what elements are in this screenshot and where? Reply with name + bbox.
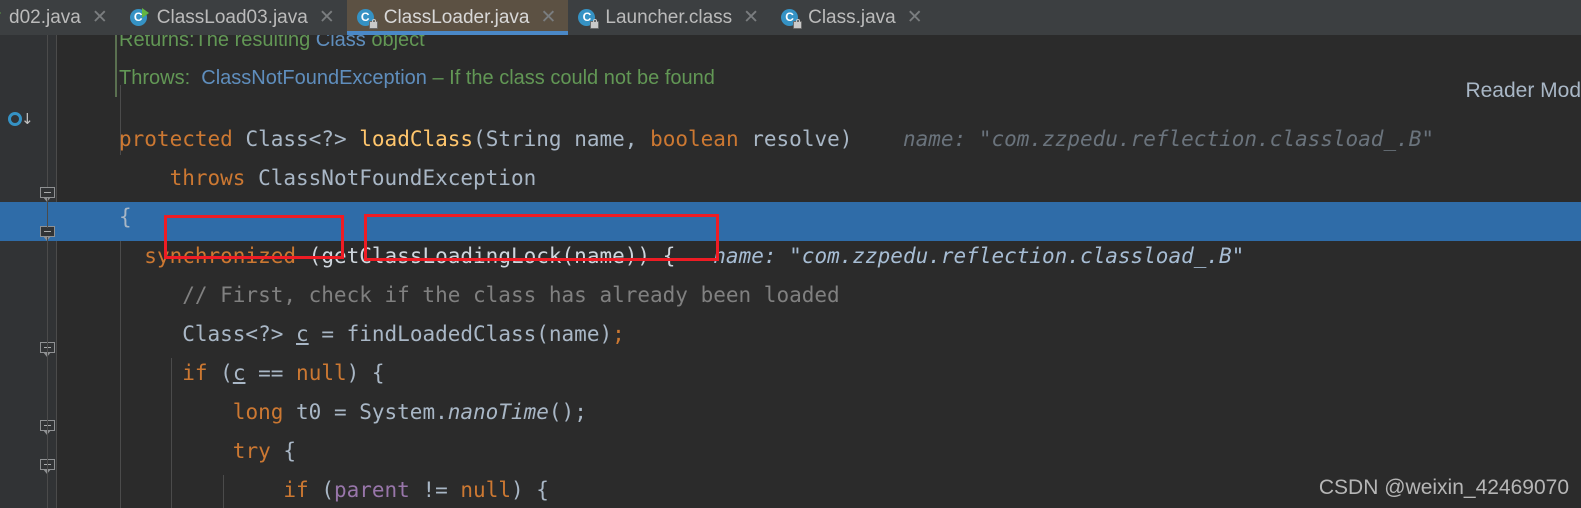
- editor-tab-label: Class.java: [808, 6, 896, 28]
- code-line-comment-first[interactable]: // First, check if the class has already…: [57, 276, 1581, 315]
- javadoc-returns-text-1: The resulting: [194, 35, 316, 51]
- fold-rail: [47, 198, 48, 228]
- paren-brace-close: ) {: [510, 478, 549, 502]
- comma: ,: [624, 127, 651, 151]
- equality-operator: ==: [245, 361, 297, 385]
- param-type-string: String: [485, 127, 562, 151]
- variable-c[interactable]: c: [233, 361, 246, 385]
- variable-c[interactable]: c: [296, 322, 309, 346]
- editor-tab-label: Launcher.class: [605, 6, 733, 28]
- method-call-nanotime[interactable]: nanoTime: [448, 400, 549, 424]
- code-line-synchronized[interactable]: synchronized (getClassLoadingLock(name))…: [57, 237, 1581, 276]
- paren-open: (: [296, 244, 322, 268]
- inlay-hint-value[interactable]: "com.zzpedu.reflection.classload_.B": [979, 127, 1434, 151]
- close-icon[interactable]: ✕: [319, 8, 335, 27]
- java-class-run-icon: C: [0, 7, 2, 28]
- java-class-lock-icon: C: [578, 8, 600, 29]
- keyword-long: long: [232, 400, 284, 424]
- semicolon: ;: [612, 322, 625, 346]
- code-line-long-t0[interactable]: long t0 = System.nanoTime();: [57, 393, 1581, 432]
- return-type: Class<?>: [245, 127, 347, 151]
- method-name-loadclass[interactable]: loadClass: [359, 127, 473, 151]
- editor-tab-label: ClassLoad03.java: [156, 6, 308, 28]
- javadoc-throws-link[interactable]: ClassNotFoundException: [201, 67, 427, 89]
- fold-rail: [47, 237, 48, 508]
- code-line-if-c-null[interactable]: if (c == null) {: [57, 354, 1581, 393]
- editor-tab-launcher[interactable]: C Launcher.class ✕: [568, 0, 772, 35]
- javadoc-returns-text-2: object: [365, 35, 425, 51]
- editor-tab-bar: C d02.java ✕ C ClassLoad03.java ✕ C Clas…: [0, 0, 1581, 35]
- keyword-if: if: [283, 478, 309, 502]
- brace-open: {: [650, 244, 676, 268]
- javadoc-returns-link[interactable]: Class: [316, 35, 366, 51]
- editor-tab-classload03[interactable]: C ClassLoad03.java ✕: [119, 0, 347, 35]
- paren-open: (: [473, 127, 486, 151]
- inlay-hint-name[interactable]: name:: [903, 127, 966, 151]
- java-class-lock-icon: C: [356, 8, 378, 29]
- paren-brace-close: ) {: [346, 361, 385, 385]
- keyword-synchronized: synchronized: [144, 244, 297, 268]
- method-call-getclassloadinglock[interactable]: getClassLoadingLock(name): [321, 244, 637, 268]
- variable-t0[interactable]: t0 =: [283, 400, 359, 424]
- class-system[interactable]: System.: [359, 400, 448, 424]
- javadoc-throws-line: Throws: ClassNotFoundException – If the …: [57, 59, 1581, 98]
- java-class-run-icon: C: [129, 7, 150, 28]
- call-tail: ();: [548, 400, 587, 424]
- code-line-method-signature[interactable]: protected Class<?> loadClass(String name…: [57, 120, 1581, 159]
- code-line-throws-clause[interactable]: throws ClassNotFoundException: [57, 159, 1581, 198]
- comment-text: // First, check if the class has already…: [182, 283, 840, 307]
- paren-open: (: [308, 478, 334, 502]
- code-line-try[interactable]: try {: [57, 432, 1581, 471]
- javadoc-returns-label: Returns:: [119, 35, 195, 51]
- editor-tab-class[interactable]: C Class.java ✕: [771, 0, 935, 35]
- fold-rail: [47, 35, 48, 187]
- close-icon[interactable]: ✕: [907, 8, 923, 27]
- paren-close: ): [839, 127, 853, 151]
- close-icon[interactable]: ✕: [743, 8, 759, 27]
- keyword-boolean: boolean: [650, 127, 739, 151]
- editor-gutter-annotations[interactable]: [0, 35, 38, 508]
- method-call-findloadedclass[interactable]: findLoadedClass(name): [347, 322, 613, 346]
- editor-tab-classloader[interactable]: C ClassLoader.java ✕: [346, 0, 569, 35]
- inequality-operator: !=: [409, 478, 461, 502]
- brace-open: {: [270, 439, 297, 463]
- ide-editor-screenshot: C d02.java ✕ C ClassLoad03.java ✕ C Clas…: [0, 0, 1581, 508]
- brace-open: {: [119, 205, 132, 229]
- paren-open: (: [207, 361, 233, 385]
- keyword-if: if: [182, 361, 208, 385]
- keyword-throws: throws: [169, 166, 246, 190]
- inlay-hint-name[interactable]: name:: [713, 244, 776, 268]
- inlay-hint-value[interactable]: "com.zzpedu.reflection.classload_.B": [789, 244, 1244, 268]
- exception-type: ClassNotFoundException: [258, 166, 537, 190]
- close-icon[interactable]: ✕: [92, 8, 108, 27]
- code-line-findloadedclass[interactable]: Class<?> c = findLoadedClass(name);: [57, 315, 1581, 354]
- watermark-text: CSDN @weixin_42469070: [1318, 476, 1569, 499]
- code-content[interactable]: Returns:The resulting Class object Throw…: [57, 35, 1581, 508]
- assign-operator: =: [308, 322, 347, 346]
- editor-tab-label: d02.java: [9, 6, 81, 28]
- reader-mode-label[interactable]: Reader Mod: [1465, 79, 1581, 103]
- param-name-resolve: resolve: [738, 127, 840, 151]
- javadoc-throws-text: – If the class could not be found: [426, 67, 715, 89]
- code-line-open-brace[interactable]: {: [57, 198, 1581, 237]
- overridden-method-icon[interactable]: ↓: [8, 111, 34, 131]
- java-class-lock-icon: C: [781, 8, 803, 29]
- keyword-null: null: [296, 361, 347, 385]
- field-parent[interactable]: parent: [334, 478, 410, 502]
- keyword-protected: protected: [119, 127, 233, 151]
- code-editor[interactable]: ↓ Returns:The resulting Class object Thr…: [0, 35, 1581, 508]
- editor-tab-classload02[interactable]: C d02.java ✕: [0, 0, 120, 35]
- variable-type: Class<?>: [182, 322, 297, 346]
- param-name-name: name: [561, 127, 625, 151]
- javadoc-throws-label: Throws:: [119, 67, 191, 89]
- keyword-null: null: [460, 478, 511, 502]
- close-icon[interactable]: ✕: [541, 8, 557, 27]
- paren-close: ): [637, 244, 651, 268]
- javadoc-returns-line: Returns:The resulting Class object: [57, 35, 1581, 60]
- editor-tab-label: ClassLoader.java: [383, 6, 530, 28]
- keyword-try: try: [232, 439, 271, 463]
